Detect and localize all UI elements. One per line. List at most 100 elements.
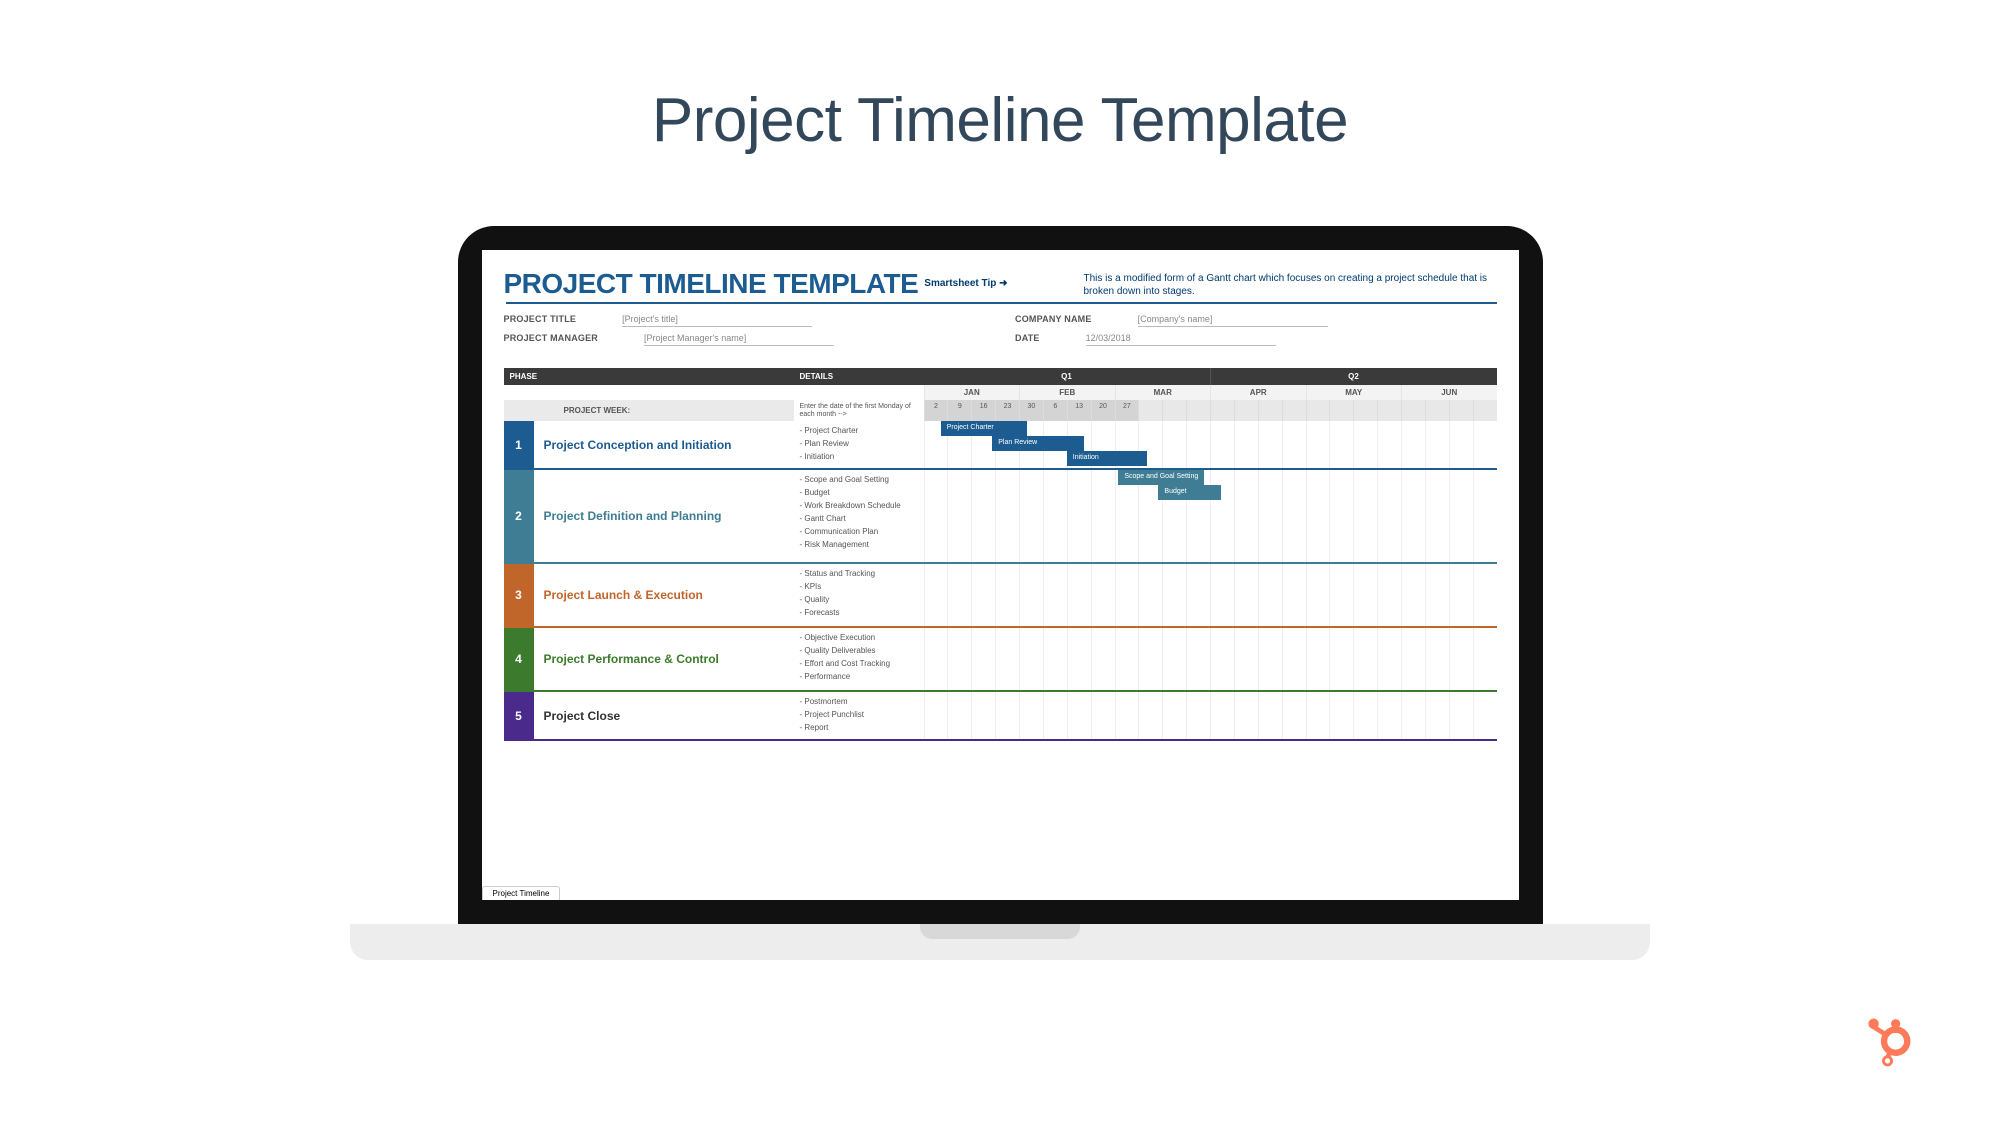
project-title-label: PROJECT TITLE: [504, 314, 577, 324]
detail-item: - Plan Review: [800, 437, 918, 450]
phase-details: - Objective Execution- Quality Deliverab…: [794, 628, 924, 690]
week-cell-blank[interactable]: [1401, 400, 1425, 421]
gantt-area[interactable]: Scope and Goal SettingBudget: [924, 470, 1497, 562]
week-cell-blank[interactable]: [1306, 400, 1330, 421]
week-cell-blank[interactable]: [1425, 400, 1449, 421]
phase-details: - Scope and Goal Setting- Budget- Work B…: [794, 470, 924, 562]
week-cell[interactable]: 30: [1019, 400, 1043, 421]
col-details: DETAILS: [794, 368, 924, 385]
project-week-hint: Enter the date of the first Monday of ea…: [794, 400, 924, 421]
week-cell[interactable]: 6: [1043, 400, 1067, 421]
week-cell-blank[interactable]: [1282, 400, 1306, 421]
col-q1: Q1: [924, 368, 1211, 385]
detail-item: - Postmortem: [800, 695, 918, 708]
detail-item: - Work Breakdown Schedule: [800, 499, 918, 512]
week-cell[interactable]: 16: [971, 400, 995, 421]
week-cell-blank[interactable]: [1234, 400, 1258, 421]
detail-item: - Status and Tracking: [800, 567, 918, 580]
week-cell[interactable]: 2: [924, 400, 948, 421]
detail-item: - Performance: [800, 670, 918, 683]
week-cell-blank[interactable]: [1186, 400, 1210, 421]
gantt-bar[interactable]: Project Charter: [941, 421, 1027, 436]
detail-item: - Initiation: [800, 450, 918, 463]
col-phase: PHASE: [504, 368, 794, 385]
week-cell-blank[interactable]: [1329, 400, 1353, 421]
company-label: COMPANY NAME: [1015, 314, 1092, 324]
week-cell[interactable]: 9: [947, 400, 971, 421]
detail-item: - Project Charter: [800, 424, 918, 437]
detail-item: - Effort and Cost Tracking: [800, 657, 918, 670]
company-input[interactable]: [Company's name]: [1138, 314, 1328, 327]
gantt-bar[interactable]: Plan Review: [992, 436, 1084, 451]
detail-item: - Risk Management: [800, 538, 918, 551]
sheet-title: PROJECT TIMELINE TEMPLATE: [504, 268, 919, 300]
week-cell-blank[interactable]: [1353, 400, 1377, 421]
phase-number: 2: [504, 470, 534, 562]
phase-row: 3Project Launch & Execution- Status and …: [504, 564, 1497, 628]
phase-number: 3: [504, 564, 534, 626]
phase-row: 2Project Definition and Planning- Scope …: [504, 470, 1497, 564]
tip-text: This is a modified form of a Gantt chart…: [1084, 272, 1497, 298]
laptop-frame: PROJECT TIMELINE TEMPLATE Smartsheet Tip…: [458, 226, 1543, 924]
gantt-table: PHASE DETAILS Q1 Q2 JANFEBMARAPRMAYJUN P…: [504, 368, 1497, 741]
sheet-tab[interactable]: Project Timeline: [482, 886, 561, 900]
hubspot-logo-icon: [1862, 1011, 1920, 1074]
week-cell-blank[interactable]: [1377, 400, 1401, 421]
week-cell[interactable]: 13: [1067, 400, 1091, 421]
week-cell-blank[interactable]: [1162, 400, 1186, 421]
pm-input[interactable]: [Project Manager's name]: [644, 333, 834, 346]
phase-details: - Postmortem- Project Punchlist- Report: [794, 692, 924, 739]
tip-label: Smartsheet Tip ➜: [924, 278, 1007, 289]
phase-number: 4: [504, 628, 534, 690]
project-title-input[interactable]: [Project's title]: [622, 314, 812, 327]
gantt-area[interactable]: [924, 628, 1497, 690]
spreadsheet-screen: PROJECT TIMELINE TEMPLATE Smartsheet Tip…: [482, 250, 1519, 900]
week-cell-blank[interactable]: [1138, 400, 1162, 421]
phase-details: - Project Charter- Plan Review- Initiati…: [794, 421, 924, 468]
gantt-bar[interactable]: Scope and Goal Setting: [1118, 470, 1204, 485]
gantt-bar[interactable]: Budget: [1158, 485, 1221, 500]
week-cell-blank[interactable]: [1258, 400, 1282, 421]
week-cell-blank[interactable]: [1210, 400, 1234, 421]
page-title: Project Timeline Template: [0, 0, 2000, 156]
detail-item: - Report: [800, 721, 918, 734]
project-week-label: PROJECT WEEK:: [504, 400, 794, 421]
date-label: DATE: [1015, 333, 1040, 343]
month-cell: MAR: [1115, 385, 1211, 400]
week-cell[interactable]: 23: [995, 400, 1019, 421]
detail-item: - Objective Execution: [800, 631, 918, 644]
phase-row: 1Project Conception and Initiation- Proj…: [504, 421, 1497, 470]
phase-name: Project Definition and Planning: [534, 470, 794, 562]
detail-item: - Gantt Chart: [800, 512, 918, 525]
month-row: JANFEBMARAPRMAYJUN: [504, 385, 1497, 400]
week-cell-blank[interactable]: [1449, 400, 1473, 421]
date-input[interactable]: 12/03/2018: [1086, 333, 1276, 346]
week-cell-blank[interactable]: [1473, 400, 1497, 421]
week-cell[interactable]: 20: [1091, 400, 1115, 421]
detail-item: - Quality: [800, 593, 918, 606]
pm-label: PROJECT MANAGER: [504, 333, 599, 343]
timeline-sheet: PROJECT TIMELINE TEMPLATE Smartsheet Tip…: [482, 250, 1519, 741]
gantt-bar[interactable]: Initiation: [1067, 451, 1147, 466]
header-rule: [506, 302, 1497, 304]
laptop-stage: PROJECT TIMELINE TEMPLATE Smartsheet Tip…: [350, 226, 1650, 960]
month-cell: FEB: [1019, 385, 1115, 400]
detail-item: - Project Punchlist: [800, 708, 918, 721]
phase-name: Project Close: [534, 692, 794, 739]
month-cell: JUN: [1401, 385, 1497, 400]
col-q2: Q2: [1211, 368, 1497, 385]
phase-details: - Status and Tracking- KPIs- Quality- Fo…: [794, 564, 924, 626]
detail-item: - Communication Plan: [800, 525, 918, 538]
gantt-area[interactable]: [924, 564, 1497, 626]
week-cell[interactable]: 27: [1115, 400, 1139, 421]
table-header-row: PHASE DETAILS Q1 Q2: [504, 368, 1497, 385]
laptop-base: [350, 924, 1650, 960]
phase-name: Project Conception and Initiation: [534, 421, 794, 468]
detail-item: - Scope and Goal Setting: [800, 473, 918, 486]
gantt-area[interactable]: [924, 692, 1497, 739]
gantt-area[interactable]: Project CharterPlan ReviewInitiation: [924, 421, 1497, 468]
month-cell: JAN: [924, 385, 1020, 400]
detail-item: - KPIs: [800, 580, 918, 593]
detail-item: - Forecasts: [800, 606, 918, 619]
detail-item: - Quality Deliverables: [800, 644, 918, 657]
